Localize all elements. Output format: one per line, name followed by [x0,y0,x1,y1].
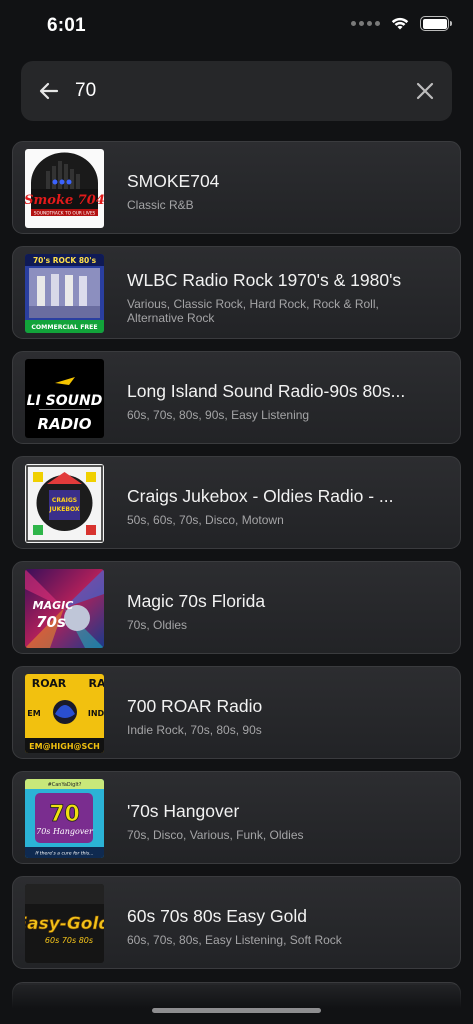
battery-icon [420,16,452,31]
svg-text:ROAR: ROAR [32,677,67,690]
station-title: 700 ROAR Radio [127,696,263,716]
station-title: Long Island Sound Radio-90s 80s... [127,381,406,401]
station-genres: 50s, 60s, 70s, Disco, Motown [127,513,284,527]
station-title: SMOKE704 [127,171,220,191]
status-time: 6:01 [47,15,86,36]
station-title: '70s Hangover [127,801,240,821]
station-logo: ROAR RA EM IND EM@HIGH@SCH [25,674,104,753]
station-card-craigs-jukebox[interactable]: CRAIGS JUKEBOX Craigs Jukebox - Oldies R… [12,456,461,549]
station-title: Magic 70s Florida [127,591,266,611]
station-genres: Indie Rock, 70s, 80s, 90s [127,723,262,737]
svg-text:#CanYaDigIt?: #CanYaDigIt? [48,782,82,788]
status-icons [351,16,452,31]
station-card-easy-gold[interactable]: Easy-Gold 60s 70s 80s 60s 70s 80s Easy G… [12,876,461,969]
svg-text:JUKEBOX: JUKEBOX [49,506,80,513]
station-genres: Various, Classic Rock, Hard Rock, Rock &… [127,297,379,325]
station-card-smoke704[interactable]: Smoke 704 SOUNDTRACK TO OUR LIVES SMOKE7… [12,141,461,234]
station-genres: 60s, 70s, 80s, 90s, Easy Listening [127,408,310,422]
station-title: WLBC Radio Rock 1970's & 1980's [127,270,402,290]
station-logo: CRAIGS JUKEBOX [25,464,104,543]
station-genres: 60s, 70s, 80s, Easy Listening, Soft Rock [127,933,342,947]
svg-text:If there's a cure for this...: If there's a cure for this... [35,851,93,857]
svg-text:SOUNDTRACK TO OUR LIVES: SOUNDTRACK TO OUR LIVES [34,211,96,217]
home-indicator [152,1008,321,1013]
search-results-list: Smoke 704 SOUNDTRACK TO OUR LIVES SMOKE7… [12,141,461,981]
station-genres: Classic R&B [127,198,194,212]
svg-text:CRAIGS: CRAIGS [52,497,77,504]
svg-text:EM: EM [27,709,40,718]
svg-text:70s Hangover: 70s Hangover [36,827,94,836]
station-logo: MAGIC 70s [25,569,104,648]
bottom-fade [0,985,473,1024]
station-title: Craigs Jukebox - Oldies Radio - ... [127,486,394,506]
station-logo: 70's ROCK 80's COMMERCIAL FREE [25,254,104,333]
svg-text:70: 70 [49,802,80,827]
svg-text:IND: IND [88,709,104,718]
station-logo: Easy-Gold 60s 70s 80s [25,884,104,963]
station-genres: 70s, Disco, Various, Funk, Oldies [127,828,304,842]
station-card-wlbc[interactable]: 70's ROCK 80's COMMERCIAL FREE WLBC Radi… [12,246,461,339]
search-bar [21,61,452,121]
svg-text:RA: RA [89,677,104,690]
station-title: 60s 70s 80s Easy Gold [127,906,307,926]
svg-text:LI SOUND: LI SOUND [27,393,103,409]
svg-text:RADIO: RADIO [38,415,92,433]
svg-text:MAGIC: MAGIC [33,599,74,612]
svg-text:Smoke 704: Smoke 704 [25,193,104,208]
cellular-signal-icon [351,21,380,26]
svg-text:COMMERCIAL FREE: COMMERCIAL FREE [31,324,97,331]
svg-text:70s: 70s [36,613,66,631]
back-arrow-icon[interactable] [37,79,61,103]
clear-search-icon[interactable] [414,80,436,102]
station-logo: LI SOUND RADIO [25,359,104,438]
station-card-magic-70s[interactable]: MAGIC 70s Magic 70s Florida 70s, Oldies [12,561,461,654]
svg-text:70's ROCK 80's: 70's ROCK 80's [33,256,97,265]
station-genres: 70s, Oldies [127,618,188,632]
status-bar: 6:01 [0,0,473,52]
svg-text:EM@HIGH@SCH: EM@HIGH@SCH [29,742,100,751]
wifi-icon [391,17,409,30]
svg-text:Easy-Gold: Easy-Gold [25,914,104,934]
station-card-long-island-sound[interactable]: LI SOUND RADIO Long Island Sound Radio-9… [12,351,461,444]
search-input[interactable] [75,75,395,107]
svg-text:60s 70s 80s: 60s 70s 80s [45,936,93,945]
station-card-70s-hangover[interactable]: #CanYaDigIt? 70 70s Hangover If there's … [12,771,461,864]
station-logo: #CanYaDigIt? 70 70s Hangover If there's … [25,779,104,858]
station-card-700-roar[interactable]: ROAR RA EM IND EM@HIGH@SCH 700 ROAR Radi… [12,666,461,759]
station-logo: Smoke 704 SOUNDTRACK TO OUR LIVES [25,149,104,228]
